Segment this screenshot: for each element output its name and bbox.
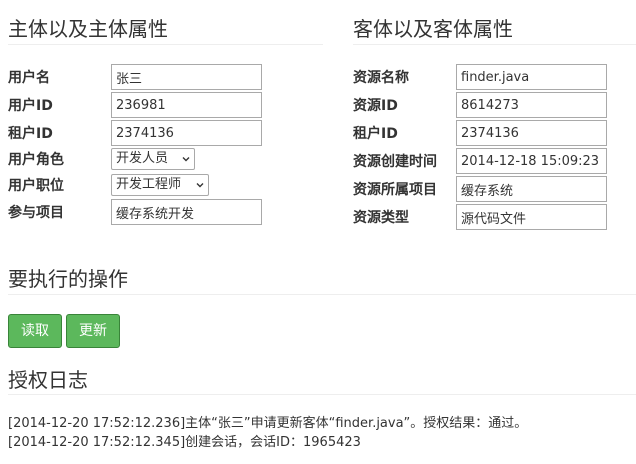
log-title-divider xyxy=(8,394,636,395)
subject-title-divider xyxy=(8,44,323,45)
update-button[interactable]: 更新 xyxy=(66,314,120,348)
object-row-resource-id: 资源ID xyxy=(353,92,398,118)
object-row-tenant-id: 租户ID xyxy=(353,120,398,146)
authorization-page: 主体以及主体属性 用户名 用户ID 租户ID 用户角色 开发人员 用户职位 开发… xyxy=(0,0,636,464)
project-label: 参与项目 xyxy=(8,205,64,221)
subject-row-tenant-id: 租户ID xyxy=(8,120,53,146)
subject-row-username: 用户名 xyxy=(8,64,50,90)
user-role-selected-value: 开发人员 xyxy=(116,151,169,166)
chevron-down-icon xyxy=(182,157,190,162)
log-line: [2014-12-20 17:52:12.236]主体“张三”申请更新客体“fi… xyxy=(8,416,528,431)
object-tenant-id-input[interactable] xyxy=(456,120,607,146)
project-input[interactable] xyxy=(111,199,262,225)
log-section-title: 授权日志 xyxy=(8,368,88,392)
action-section-title: 要执行的操作 xyxy=(8,267,128,291)
action-title-divider xyxy=(8,294,636,295)
object-tenant-id-label: 租户ID xyxy=(353,126,398,142)
subject-row-user-id: 用户ID xyxy=(8,92,53,118)
subject-row-project: 参与项目 xyxy=(8,199,64,225)
user-role-label: 用户角色 xyxy=(8,152,64,168)
object-title-divider xyxy=(353,44,636,45)
resource-name-input[interactable] xyxy=(456,64,607,90)
object-row-created-time: 资源创建时间 xyxy=(353,148,437,174)
subject-tenant-id-label: 租户ID xyxy=(8,126,53,142)
object-section-title: 客体以及客体属性 xyxy=(353,17,513,41)
subject-row-position: 用户职位 xyxy=(8,172,64,198)
owner-project-input[interactable] xyxy=(456,176,607,202)
created-time-label: 资源创建时间 xyxy=(353,154,437,170)
user-role-select[interactable]: 开发人员 xyxy=(111,148,195,170)
log-line: [2014-12-20 17:52:12.345]创建会话，会话ID：19654… xyxy=(8,435,361,450)
username-input[interactable] xyxy=(111,64,262,90)
user-position-selected-value: 开发工程师 xyxy=(116,177,182,192)
subject-row-role: 用户角色 xyxy=(8,146,64,172)
owner-project-label: 资源所属项目 xyxy=(353,182,437,198)
user-id-input[interactable] xyxy=(111,92,262,118)
resource-id-label: 资源ID xyxy=(353,98,398,114)
subject-tenant-id-input[interactable] xyxy=(111,120,262,146)
resource-name-label: 资源名称 xyxy=(353,70,409,86)
created-time-input[interactable] xyxy=(456,148,607,174)
subject-section-title: 主体以及主体属性 xyxy=(8,17,168,41)
object-row-owner-project: 资源所属项目 xyxy=(353,176,437,202)
resource-type-label: 资源类型 xyxy=(353,210,409,226)
resource-type-input[interactable] xyxy=(456,204,607,230)
resource-id-input[interactable] xyxy=(456,92,607,118)
user-position-label: 用户职位 xyxy=(8,178,64,194)
object-row-resource-type: 资源类型 xyxy=(353,204,409,230)
username-label: 用户名 xyxy=(8,70,50,86)
object-row-resource-name: 资源名称 xyxy=(353,64,409,90)
user-position-select[interactable]: 开发工程师 xyxy=(111,174,209,196)
chevron-down-icon xyxy=(196,183,204,188)
read-button[interactable]: 读取 xyxy=(8,314,62,348)
user-id-label: 用户ID xyxy=(8,98,53,114)
